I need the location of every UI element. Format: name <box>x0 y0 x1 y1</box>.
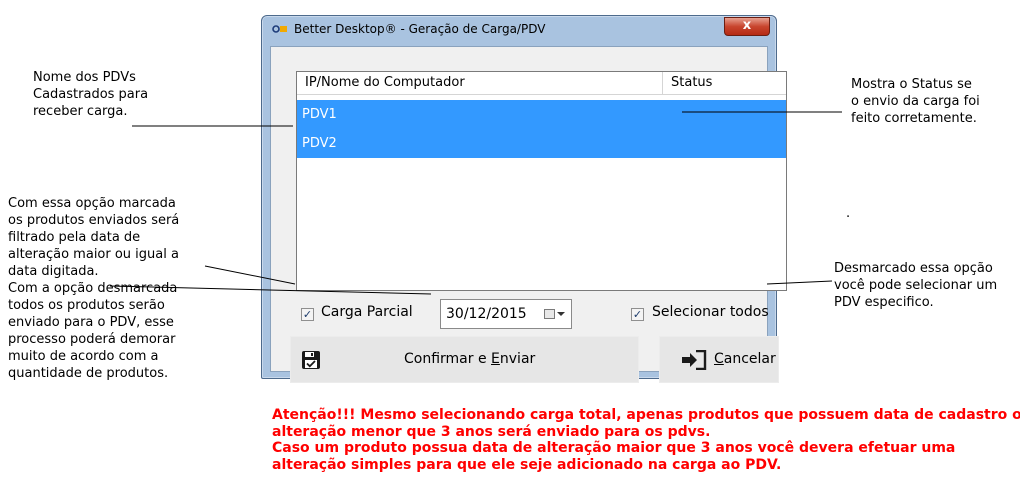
warning-text: Atenção!!! Mesmo selecionando carga tota… <box>272 407 1020 473</box>
